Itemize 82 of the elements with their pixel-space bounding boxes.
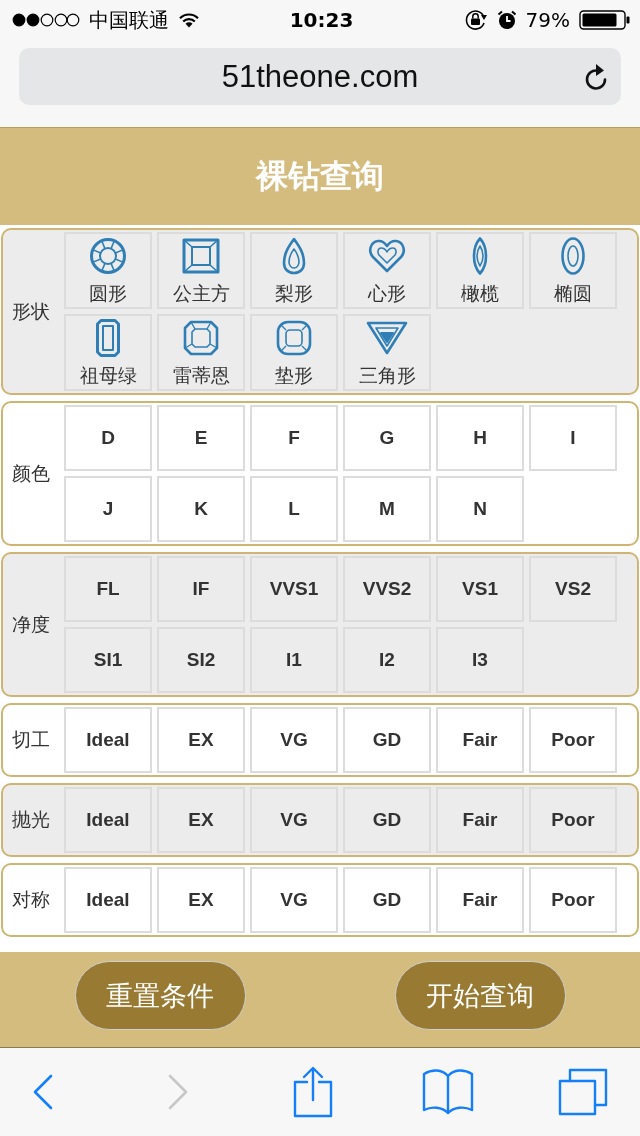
grade-option[interactable]: I1 <box>250 627 338 693</box>
shape-option[interactable]: 祖母绿 <box>64 314 152 391</box>
grade-option[interactable]: GD <box>343 867 431 933</box>
octagon-gem-icon <box>183 320 219 356</box>
back-icon[interactable] <box>33 1074 53 1110</box>
shape-option[interactable]: 公主方 <box>157 232 245 309</box>
marquise-gem-icon <box>471 237 489 275</box>
shape-option[interactable]: 圆形 <box>64 232 152 309</box>
action-button[interactable]: 重置条件 <box>74 961 246 1030</box>
grade-option[interactable]: F <box>250 405 338 471</box>
grade-option[interactable]: Ideal <box>64 787 152 853</box>
grade-option[interactable]: I <box>529 405 617 471</box>
filter-label: 抛光 <box>12 807 50 832</box>
battery-icon <box>579 10 631 30</box>
shape-option[interactable]: 雷蒂恩 <box>157 314 245 391</box>
grade-option[interactable]: VVS1 <box>250 556 338 622</box>
grade-option[interactable]: Ideal <box>64 707 152 773</box>
grade-option[interactable]: GD <box>343 787 431 853</box>
grade-option[interactable]: Fair <box>436 707 524 773</box>
shape-option[interactable]: 心形 <box>343 232 431 309</box>
page-title: 裸钻查询 <box>256 155 384 197</box>
grade-option[interactable]: VS1 <box>436 556 524 622</box>
wifi-icon <box>178 12 200 28</box>
grade-option[interactable]: H <box>436 405 524 471</box>
grade-option[interactable]: Fair <box>436 787 524 853</box>
shape-option[interactable]: 椭圆 <box>529 232 617 309</box>
grade-option[interactable]: I3 <box>436 627 524 693</box>
grade-option[interactable]: Poor <box>529 707 617 773</box>
grade-option[interactable]: EX <box>157 867 245 933</box>
book-icon[interactable] <box>422 1068 474 1116</box>
grade-option[interactable]: J <box>64 476 152 542</box>
grade-option[interactable]: IF <box>157 556 245 622</box>
grade-option[interactable]: VG <box>250 707 338 773</box>
filter-label: 形状 <box>12 298 50 324</box>
grade-option[interactable]: D <box>64 405 152 471</box>
grade-option[interactable]: L <box>250 476 338 542</box>
filter-label: 净度 <box>12 611 50 637</box>
carrier-name: 中国联通 <box>89 6 169 34</box>
signal-strength-icon <box>12 13 80 27</box>
cushion-gem-icon <box>276 320 312 356</box>
grade-option[interactable]: VS2 <box>529 556 617 622</box>
clock-time: 10:23 <box>289 8 354 32</box>
grade-option[interactable]: N <box>436 476 524 542</box>
grade-option[interactable]: Poor <box>529 787 617 853</box>
tabs-icon[interactable] <box>558 1068 608 1116</box>
grade-option[interactable]: SI1 <box>64 627 152 693</box>
filter-label: 颜色 <box>12 460 50 486</box>
oval-gem-icon <box>561 237 585 275</box>
grade-option[interactable]: SI2 <box>157 627 245 693</box>
grade-option[interactable]: G <box>343 405 431 471</box>
grade-option[interactable]: I2 <box>343 627 431 693</box>
square-gem-icon <box>182 238 220 274</box>
grade-option[interactable]: K <box>157 476 245 542</box>
address-field[interactable]: 51theone.com <box>19 48 621 105</box>
grade-option[interactable]: Poor <box>529 867 617 933</box>
grade-option[interactable]: Ideal <box>64 867 152 933</box>
grade-option[interactable]: Fair <box>436 867 524 933</box>
action-button[interactable]: 开始查询 <box>394 961 566 1030</box>
shape-option[interactable]: 垫形 <box>250 314 338 391</box>
shape-option[interactable]: 三角形 <box>343 314 431 391</box>
grade-option[interactable]: EX <box>157 787 245 853</box>
shape-option[interactable]: 梨形 <box>250 232 338 309</box>
share-icon[interactable] <box>293 1066 333 1118</box>
grade-option[interactable]: VG <box>250 787 338 853</box>
rectangle-gem-icon <box>96 319 120 357</box>
rotation-lock-icon <box>463 9 488 31</box>
round-gem-icon <box>89 237 127 275</box>
heart-gem-icon <box>368 239 406 273</box>
shape-option[interactable]: 橄榄 <box>436 232 524 309</box>
grade-option[interactable]: E <box>157 405 245 471</box>
pear-gem-icon <box>282 237 306 275</box>
alarm-clock-icon <box>496 10 517 30</box>
grade-option[interactable]: FL <box>64 556 152 622</box>
battery-percentage: 79% <box>525 8 570 32</box>
filter-label: 对称 <box>12 887 50 912</box>
triangle-gem-icon <box>366 321 408 355</box>
grade-option[interactable]: M <box>343 476 431 542</box>
filter-label: 切工 <box>12 727 50 752</box>
grade-option[interactable]: VG <box>250 867 338 933</box>
grade-option[interactable]: EX <box>157 707 245 773</box>
grade-option[interactable]: VVS2 <box>343 556 431 622</box>
grade-option[interactable]: GD <box>343 707 431 773</box>
